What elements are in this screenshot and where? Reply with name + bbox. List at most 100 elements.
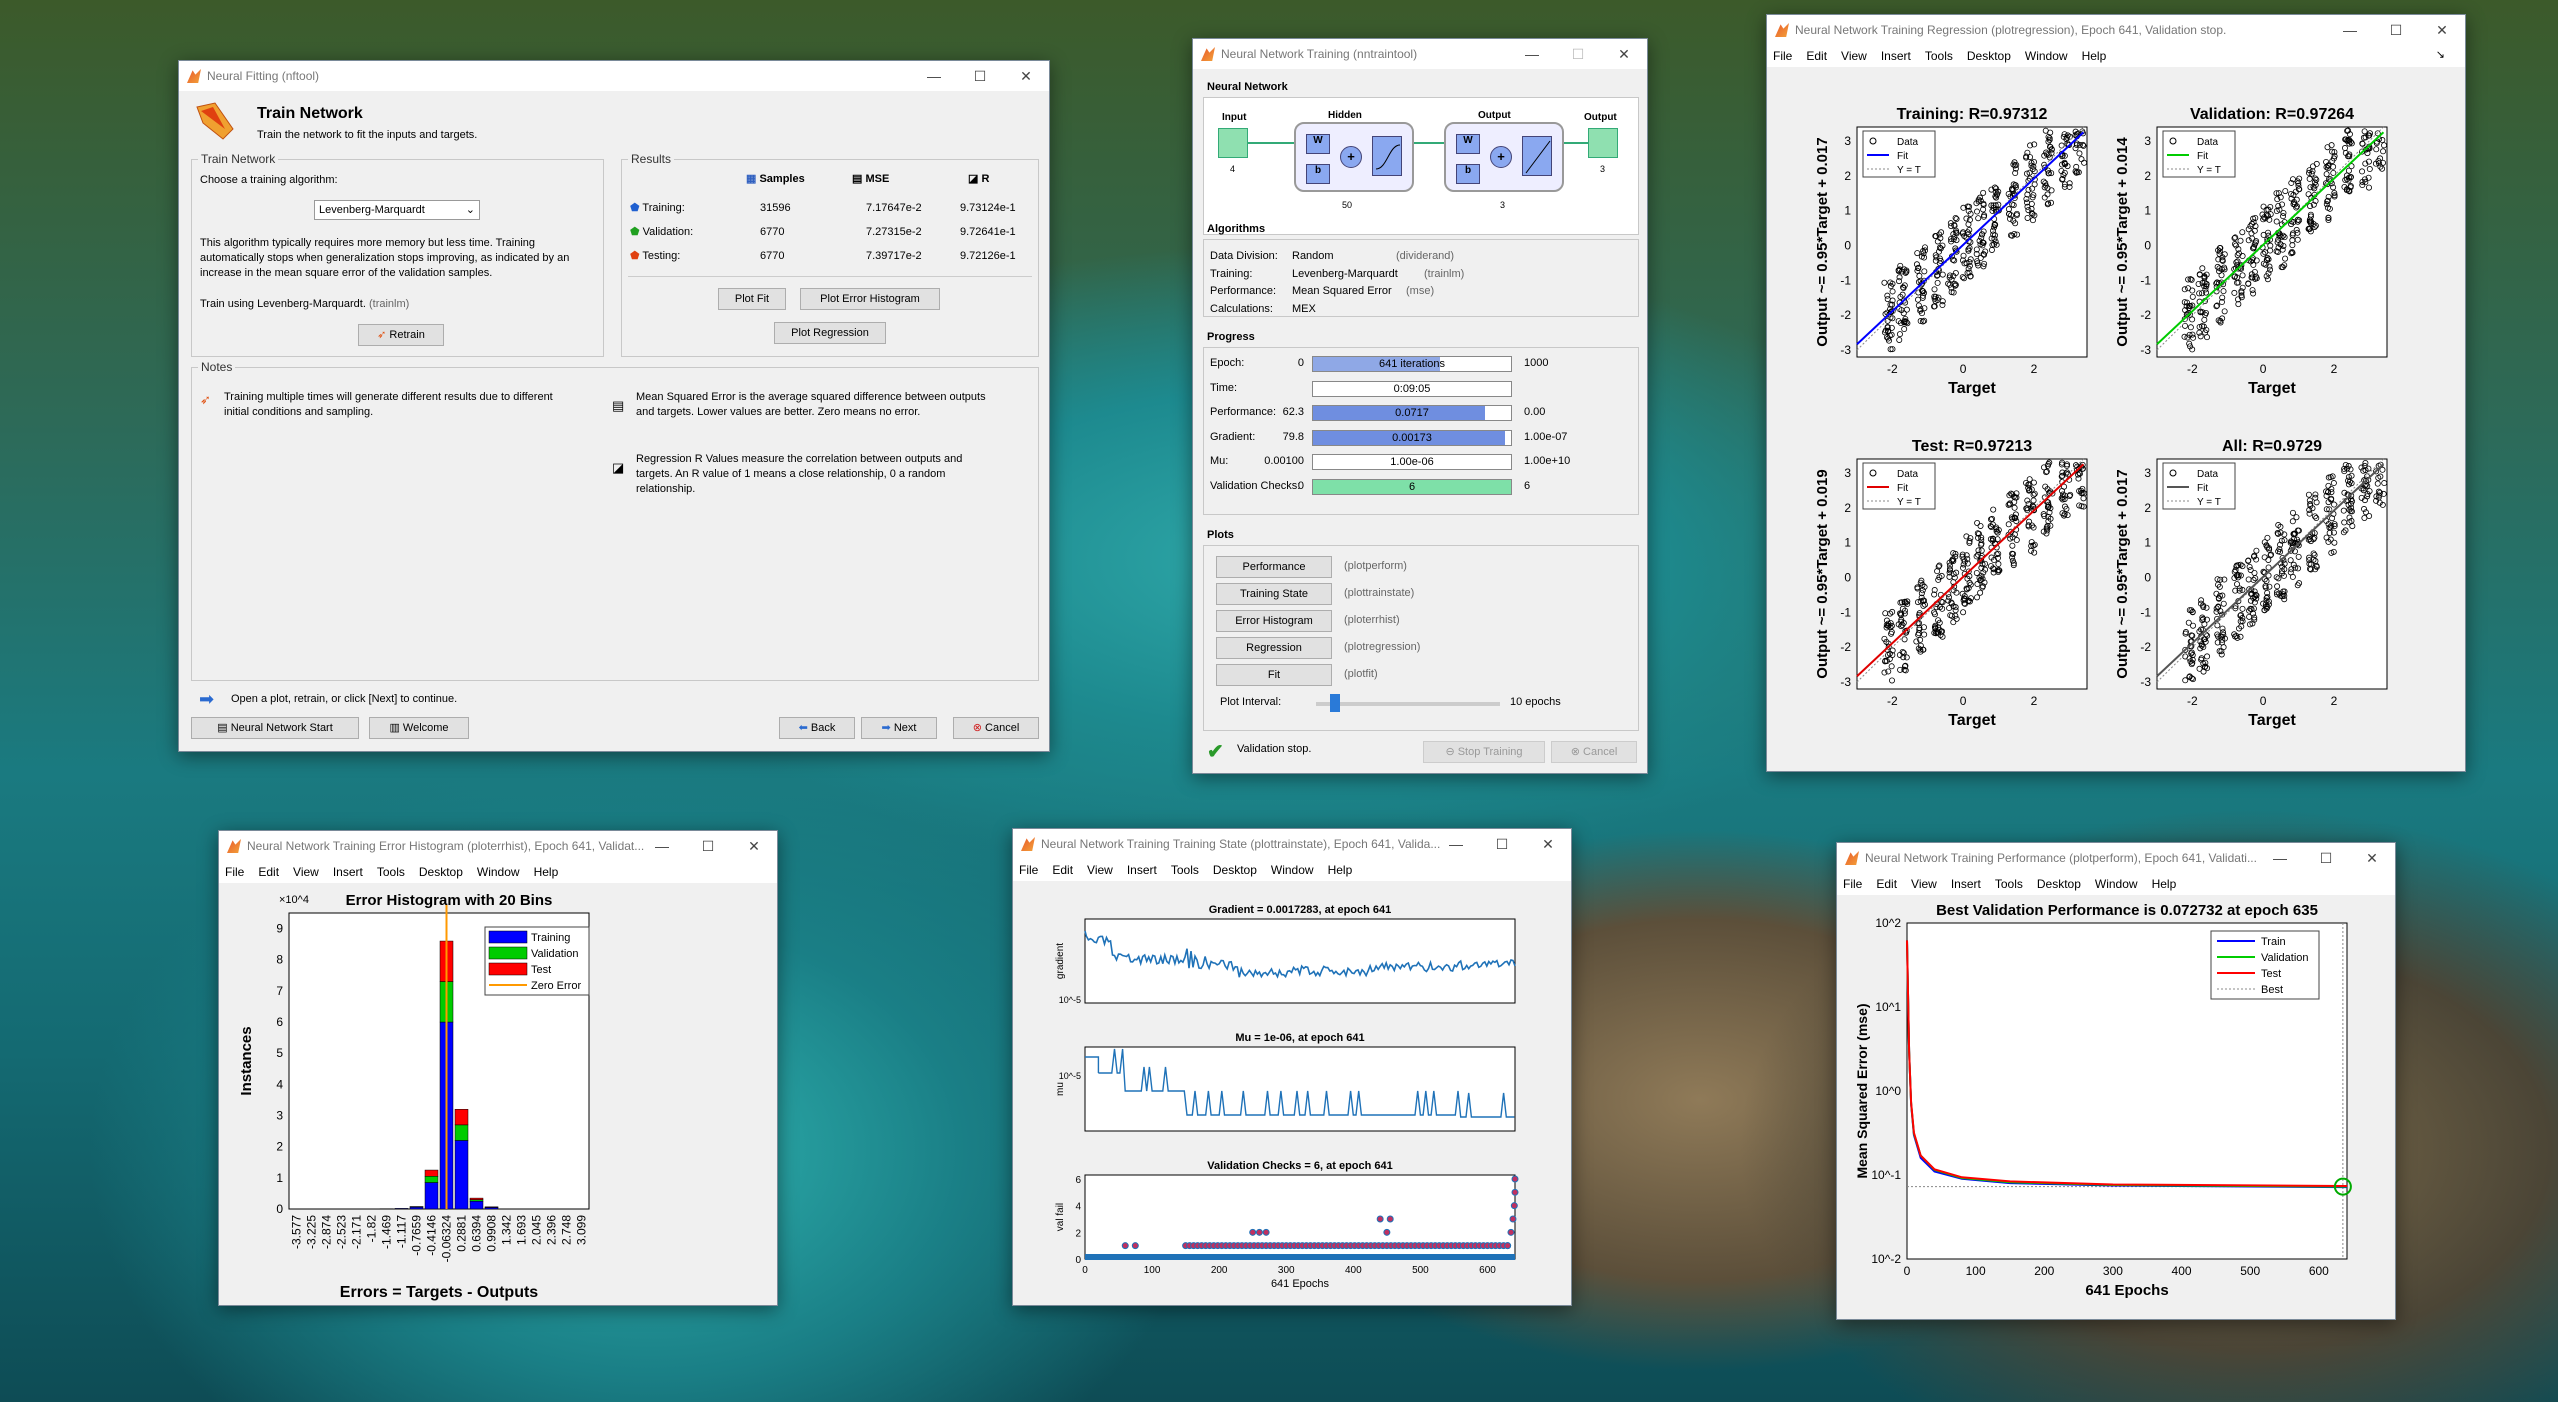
menu-item-desktop[interactable]: Desktop xyxy=(1967,49,2011,63)
results-group: Results ▦ Samples ▤ MSE ◪ R ⬟ Training: 3… xyxy=(621,152,1039,357)
menu-item-help[interactable]: Help xyxy=(1328,863,1353,877)
algorithm-select[interactable]: Levenberg-Marquardt ⌄ xyxy=(314,200,480,220)
maximize-button[interactable]: ☐ xyxy=(2373,15,2419,45)
plot-button-performance[interactable]: Performance xyxy=(1216,556,1332,578)
plot-regression-button[interactable]: Plot Regression xyxy=(774,322,886,344)
menu-item-insert[interactable]: Insert xyxy=(1127,863,1157,877)
stop-training-button[interactable]: ⊖ Stop Training xyxy=(1423,741,1545,763)
menu-item-insert[interactable]: Insert xyxy=(1951,877,1981,891)
y-tick-label: -3 xyxy=(2140,343,2151,357)
menu-item-tools[interactable]: Tools xyxy=(1171,863,1199,877)
plot-button-training-state[interactable]: Training State xyxy=(1216,583,1332,605)
menu-item-help[interactable]: Help xyxy=(534,865,559,879)
plot-interval-slider[interactable] xyxy=(1316,702,1500,706)
legend-label: Fit xyxy=(1897,151,1908,162)
menu-item-view[interactable]: View xyxy=(1911,877,1937,891)
menu-item-insert[interactable]: Insert xyxy=(333,865,363,879)
note-2: Mean Squared Error is the average square… xyxy=(636,391,986,418)
menu-item-file[interactable]: File xyxy=(225,865,244,879)
minimize-button[interactable]: — xyxy=(911,61,957,91)
validation-marker xyxy=(1509,1215,1517,1223)
y-tick-label: -3 xyxy=(1840,675,1851,689)
menu-item-edit[interactable]: Edit xyxy=(1052,863,1073,877)
slider-handle[interactable] xyxy=(1330,694,1340,712)
maximize-button[interactable]: ☐ xyxy=(1555,39,1601,69)
x-tick-label: 0 xyxy=(2260,694,2267,708)
menu-item-file[interactable]: File xyxy=(1843,877,1862,891)
maximize-button[interactable]: ☐ xyxy=(2303,843,2349,873)
menu-item-window[interactable]: Window xyxy=(1271,863,1314,877)
menu-item-desktop[interactable]: Desktop xyxy=(2037,877,2081,891)
progress-value: 0.00173 xyxy=(1392,431,1432,444)
close-button[interactable]: ✕ xyxy=(1003,61,1049,91)
y-tick-label: 9 xyxy=(276,922,283,936)
menu-item-tools[interactable]: Tools xyxy=(1995,877,2023,891)
regression-legend: Data Fit Y = T xyxy=(1862,462,1936,510)
back-button[interactable]: ⬅ Back xyxy=(779,717,855,739)
x-tick-label: 0 xyxy=(1082,1265,1088,1276)
menu-item-edit[interactable]: Edit xyxy=(1876,877,1897,891)
close-button[interactable]: ✕ xyxy=(2349,843,2395,873)
histogram-bar xyxy=(409,1206,424,1210)
gradient-y-label: gradient xyxy=(1055,943,1066,979)
next-button[interactable]: ➡ Next xyxy=(861,717,937,739)
menu-item-file[interactable]: File xyxy=(1019,863,1038,877)
cancel-button[interactable]: ⊗ Cancel xyxy=(953,717,1039,739)
cancel-button[interactable]: ⊗ Cancel xyxy=(1551,741,1637,763)
close-button[interactable]: ✕ xyxy=(731,831,777,861)
nn-start-button[interactable]: ▤ Neural Network Start xyxy=(191,717,359,739)
menu-item-window[interactable]: Window xyxy=(2025,49,2068,63)
menu-item-insert[interactable]: Insert xyxy=(1881,49,1911,63)
menu-item-edit[interactable]: Edit xyxy=(258,865,279,879)
menu-item-edit[interactable]: Edit xyxy=(1806,49,1827,63)
menu-item-view[interactable]: View xyxy=(1087,863,1113,877)
plot-button-error-histogram[interactable]: Error Histogram xyxy=(1216,610,1332,632)
plot-fit-button[interactable]: Plot Fit xyxy=(718,288,786,310)
close-button[interactable]: ✕ xyxy=(1525,829,1571,859)
close-button[interactable]: ✕ xyxy=(2419,15,2465,45)
menu-item-tools[interactable]: Tools xyxy=(377,865,405,879)
menu-item-desktop[interactable]: Desktop xyxy=(1213,863,1257,877)
page-subtitle: Train the network to fit the inputs and … xyxy=(257,129,478,141)
progress-min: 0 xyxy=(1297,479,1304,492)
maximize-button[interactable]: ☐ xyxy=(685,831,731,861)
algorithm-select-value: Levenberg-Marquardt xyxy=(319,204,425,216)
maximize-button[interactable]: ☐ xyxy=(1479,829,1525,859)
menu-item-file[interactable]: File xyxy=(1773,49,1792,63)
menu-item-tools[interactable]: Tools xyxy=(1925,49,1953,63)
menu-item-desktop[interactable]: Desktop xyxy=(419,865,463,879)
progress-value: 0.0717 xyxy=(1395,407,1429,419)
minimize-button[interactable]: — xyxy=(2257,843,2303,873)
minimize-button[interactable]: — xyxy=(2327,15,2373,45)
histogram-bar xyxy=(454,1109,469,1126)
close-button[interactable]: ✕ xyxy=(1601,39,1647,69)
histogram-legend: Training Validation Test Zero Error xyxy=(484,926,590,996)
minimize-button[interactable]: — xyxy=(639,831,685,861)
table-row: ⬟ Testing: 6770 7.39717e-2 9.72126e-1 xyxy=(630,244,1030,268)
plot-button-fit[interactable]: Fit xyxy=(1216,664,1332,686)
y-tick-label: 3 xyxy=(1844,134,1851,148)
welcome-button[interactable]: ▥ Welcome xyxy=(369,717,469,739)
plot-button-regression[interactable]: Regression xyxy=(1216,637,1332,659)
training-shield-icon: ⬟ xyxy=(630,202,640,214)
dock-arrow-icon[interactable]: ↘ xyxy=(2436,48,2445,61)
y-axis-label: Mean Squared Error (mse) xyxy=(1854,1003,1870,1178)
menu-item-view[interactable]: View xyxy=(293,865,319,879)
maximize-button[interactable]: ☐ xyxy=(957,61,1003,91)
minimize-button[interactable]: — xyxy=(1433,829,1479,859)
plot-error-histogram-button[interactable]: Plot Error Histogram xyxy=(800,288,940,310)
minimize-button[interactable]: — xyxy=(1509,39,1555,69)
row-samples: 31596 xyxy=(760,202,791,214)
row-samples: 6770 xyxy=(760,250,785,262)
menu-item-view[interactable]: View xyxy=(1841,49,1867,63)
validation-shield-icon: ⬟ xyxy=(630,226,640,238)
menu-item-help[interactable]: Help xyxy=(2152,877,2177,891)
x-tick-label: 0 xyxy=(1960,362,1967,376)
menu-item-help[interactable]: Help xyxy=(2082,49,2107,63)
window-title: Neural Network Training Training State (… xyxy=(1041,837,1441,851)
y-tick-label: 6 xyxy=(276,1015,283,1029)
menu-item-window[interactable]: Window xyxy=(477,865,520,879)
menu-item-window[interactable]: Window xyxy=(2095,877,2138,891)
retrain-button[interactable]: ➶ Retrain xyxy=(358,324,444,346)
algo-row: Calculations: MEX xyxy=(1210,301,1630,319)
